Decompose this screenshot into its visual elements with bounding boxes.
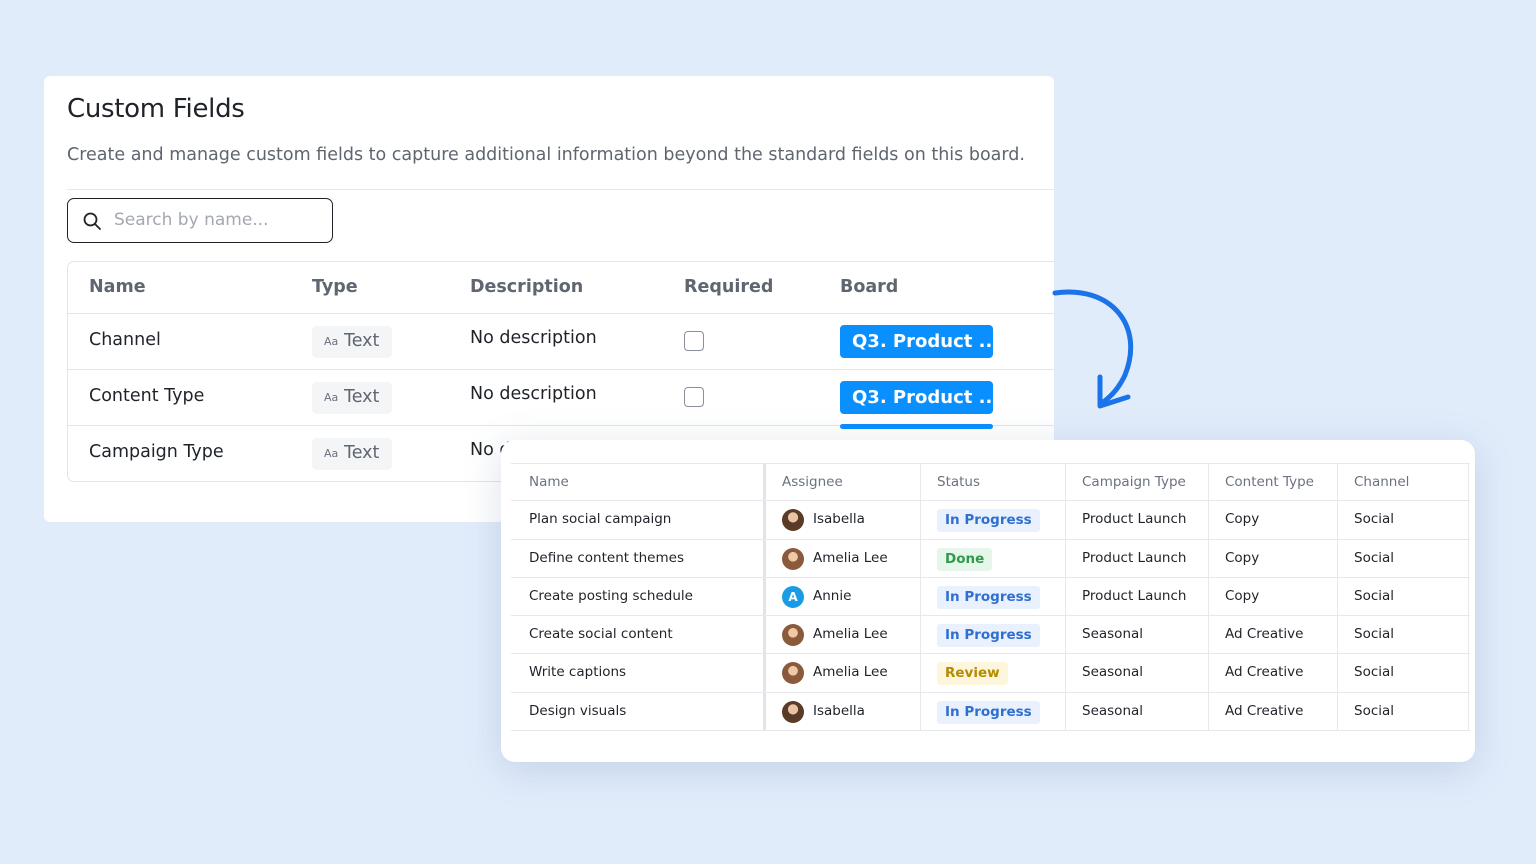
text-type-icon: Aa <box>324 447 339 460</box>
avatar[interactable] <box>782 547 804 570</box>
required-checkbox[interactable] <box>684 331 704 351</box>
column-header-content-type[interactable]: Content Type <box>1225 464 1314 500</box>
avatar[interactable] <box>782 509 804 532</box>
status-badge[interactable]: In Progress <box>937 509 1040 533</box>
column-header-description[interactable]: Description <box>470 277 583 297</box>
channel-cell[interactable]: Social <box>1354 654 1394 691</box>
text-type-icon: Aa <box>324 335 339 348</box>
page-description: Create and manage custom fields to captu… <box>67 145 1025 165</box>
task-name[interactable]: Design visuals <box>529 693 626 730</box>
board-chip[interactable]: Q3. Product ... <box>840 381 999 414</box>
column-header-channel[interactable]: Channel <box>1354 464 1409 500</box>
search-icon <box>83 212 101 230</box>
status-badge[interactable]: Done <box>937 547 993 571</box>
type-chip: Aa Text <box>312 382 392 414</box>
divider <box>67 189 1054 190</box>
table-row[interactable]: Create posting schedule A Annie In Progress… <box>511 578 1470 617</box>
assignee-name: Isabella <box>813 511 865 528</box>
column-header-status[interactable]: Status <box>937 464 980 500</box>
table-row[interactable]: Create social content Amelia Lee In Progre… <box>511 616 1470 655</box>
table-row[interactable]: Write captions Amelia Lee Review Seasonal Ad… <box>511 654 1470 693</box>
campaign-type-cell[interactable]: Seasonal <box>1082 693 1143 730</box>
board-table-panel: Name Assignee Status Campaign Type Conte… <box>501 440 1475 762</box>
assignee-name: Amelia Lee <box>813 664 888 681</box>
type-label: Text <box>344 443 380 463</box>
table-row[interactable]: Channel Aa Text No description Q3. Produ… <box>68 314 1054 370</box>
text-type-icon: Aa <box>324 391 339 404</box>
campaign-type-cell[interactable]: Seasonal <box>1082 616 1143 653</box>
column-header-required[interactable]: Required <box>684 277 773 297</box>
campaign-type-cell[interactable]: Product Launch <box>1082 540 1186 577</box>
content-type-cell[interactable]: Ad Creative <box>1225 654 1303 691</box>
avatar[interactable] <box>782 624 804 647</box>
column-header-campaign-type[interactable]: Campaign Type <box>1082 464 1186 500</box>
search-box[interactable] <box>67 198 333 243</box>
board-chip[interactable] <box>840 424 993 429</box>
avatar[interactable] <box>782 662 804 685</box>
table-row[interactable]: Content Type Aa Text No description Q3. … <box>68 370 1054 426</box>
table-row[interactable]: Plan social campaign Isabella In Progress P… <box>511 501 1470 540</box>
assignee-name: Annie <box>813 587 852 604</box>
column-header-name[interactable]: Name <box>89 277 146 297</box>
table-body: Plan social campaign Isabella In Progress P… <box>511 501 1470 732</box>
field-name: Content Type <box>89 386 205 406</box>
assignee-name: Amelia Lee <box>813 626 888 643</box>
column-header-board[interactable]: Board <box>840 277 898 297</box>
channel-cell[interactable]: Social <box>1354 578 1394 615</box>
content-type-cell[interactable]: Copy <box>1225 540 1259 577</box>
board-table: Name Assignee Status Campaign Type Conte… <box>511 463 1470 732</box>
field-name: Campaign Type <box>89 442 224 462</box>
campaign-type-cell[interactable]: Product Launch <box>1082 578 1186 615</box>
type-label: Text <box>344 387 380 407</box>
campaign-type-cell[interactable]: Seasonal <box>1082 654 1143 691</box>
channel-cell[interactable]: Social <box>1354 501 1394 538</box>
field-description: No description <box>470 328 597 348</box>
content-type-cell[interactable]: Ad Creative <box>1225 616 1303 653</box>
assignee-name: Amelia Lee <box>813 549 888 566</box>
content-type-cell[interactable]: Copy <box>1225 501 1259 538</box>
campaign-type-cell[interactable]: Product Launch <box>1082 501 1186 538</box>
curved-arrow-icon <box>1052 289 1133 409</box>
table-row[interactable]: Design visuals Isabella In Progress Seasona… <box>511 693 1470 732</box>
status-badge[interactable]: In Progress <box>937 585 1040 609</box>
table-header: Name Type Description Required Board <box>68 262 1054 314</box>
task-name[interactable]: Create posting schedule <box>529 578 693 615</box>
field-name: Channel <box>89 330 161 350</box>
required-checkbox[interactable] <box>684 387 704 407</box>
type-label: Text <box>344 331 380 351</box>
channel-cell[interactable]: Social <box>1354 693 1394 730</box>
channel-cell[interactable]: Social <box>1354 616 1394 653</box>
content-type-cell[interactable]: Ad Creative <box>1225 693 1303 730</box>
content-type-cell[interactable]: Copy <box>1225 578 1259 615</box>
page-title: Custom Fields <box>67 94 245 124</box>
assignee-name: Isabella <box>813 702 865 719</box>
avatar[interactable]: A <box>782 585 804 608</box>
column-header-assignee[interactable]: Assignee <box>782 464 843 500</box>
avatar[interactable] <box>782 700 804 723</box>
type-chip: Aa Text <box>312 326 392 358</box>
table-row[interactable]: Define content themes Amelia Lee Done Produ… <box>511 540 1470 578</box>
board-chip[interactable]: Q3. Product ... <box>840 325 999 358</box>
table-header: Name Assignee Status Campaign Type Conte… <box>511 463 1470 502</box>
task-name[interactable]: Write captions <box>529 654 626 691</box>
status-badge[interactable]: In Progress <box>937 624 1040 648</box>
search-input[interactable] <box>114 207 319 233</box>
column-header-name[interactable]: Name <box>529 464 569 500</box>
task-name[interactable]: Plan social campaign <box>529 501 671 538</box>
status-badge[interactable]: In Progress <box>937 700 1040 724</box>
task-name[interactable]: Define content themes <box>529 540 684 577</box>
column-header-type[interactable]: Type <box>312 277 358 297</box>
channel-cell[interactable]: Social <box>1354 540 1394 577</box>
status-badge[interactable]: Review <box>937 662 1008 686</box>
type-chip: Aa Text <box>312 438 392 470</box>
field-description: No description <box>470 384 597 404</box>
task-name[interactable]: Create social content <box>529 616 673 653</box>
